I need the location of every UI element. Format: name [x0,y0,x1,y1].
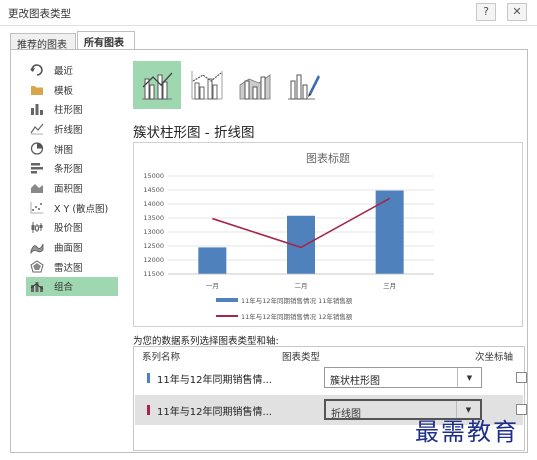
custom-combination-icon [288,74,320,100]
line-chart-icon [30,122,44,135]
bar-chart-icon [30,162,44,175]
chart-type-label: 最近 [54,65,74,77]
chart-type-column[interactable]: 柱形图 [26,99,118,119]
x-tick-label: 一月 [205,282,219,290]
watermark-logo: 最需教育 [415,418,519,446]
header-secondary-axis: 次坐标轴 [475,352,514,363]
scatter-chart-icon [30,201,44,214]
chart-type-dropdown[interactable]: 簇状柱形图 ▼ [324,367,482,388]
series-row[interactable]: 11年与12年同期销售情... 簇状柱形图 ▼ [135,363,527,393]
column-chart-icon [30,103,44,116]
chart-type-label: 饼图 [54,144,74,156]
chart-type-value: 折线图 [331,409,361,420]
legend-label-bar: 11年与12年同期销售情况 11年销售额 [241,297,353,305]
combo-chart-icon [30,280,44,293]
series-color-marker [147,405,150,415]
variant-clustered-column-line-secondary[interactable] [183,61,231,109]
x-tick-label: 三月 [383,282,397,290]
legend-swatch-line [216,315,238,317]
pie-chart-icon [30,142,44,155]
area-chart-icon [30,181,44,194]
tab-recommended-charts[interactable]: 推荐的图表 [10,33,76,51]
chart-type-label: 条形图 [54,164,83,176]
chart-type-stock[interactable]: 股价图 [26,218,118,238]
stacked-area-clustered-column-icon [239,74,271,100]
chart-type-label: X Y (散点图) [54,203,109,215]
chart-type-label: 雷达图 [54,262,83,274]
variant-stacked-area-clustered-column[interactable] [231,61,279,109]
help-button[interactable]: ? [476,3,496,21]
subtype-title: 簇状柱形图 - 折线图 [133,125,255,141]
chart-type-label: 柱形图 [54,105,83,117]
chart-type-label: 模板 [54,85,74,97]
folder-icon [30,83,44,96]
chart-type-list: 最近 模板 柱形图 折线图 饼图 条形图 面积图 X Y (散点图) 股价图 曲… [26,60,118,297]
chart-type-label: 股价图 [54,223,83,235]
tab-all-charts[interactable]: 所有图表 [77,31,135,51]
legend-label-line: 11年与12年同期销售情况 12年销售额 [241,313,353,321]
series-name: 11年与12年同期销售情... [157,375,272,386]
series-color-marker [147,373,150,383]
clustered-column-line-icon [142,72,173,100]
chart-type-templates[interactable]: 模板 [26,80,118,100]
stock-chart-icon [30,221,44,234]
series-name: 11年与12年同期销售情... [157,407,272,418]
legend-item-bar: 11年与12年同期销售情况 11年销售额 [216,295,352,305]
chart-type-value: 簇状柱形图 [330,376,380,387]
radar-chart-icon [30,260,44,273]
chevron-down-icon[interactable]: ▼ [457,368,481,387]
chart-type-radar[interactable]: 雷达图 [26,257,118,277]
chart-type-bar[interactable]: 条形图 [26,158,118,178]
tab-bar: 推荐的图表 所有图表 [0,26,537,51]
chart-type-area[interactable]: 面积图 [26,178,118,198]
title-bar: 更改图表类型 ? ✕ [0,0,537,26]
chart-type-label: 曲面图 [54,243,83,255]
chart-type-recent[interactable]: 最近 [26,60,118,80]
header-series-name: 系列名称 [142,352,181,363]
chart-type-label: 折线图 [54,124,83,136]
chart-type-label: 组合 [54,282,74,294]
bar [198,247,227,274]
series-prompt: 为您的数据系列选择图表类型和轴: [133,336,279,347]
close-button[interactable]: ✕ [507,3,527,21]
chart-type-combo[interactable]: 组合 [26,276,118,297]
recent-icon [30,63,44,77]
x-tick-label: 二月 [294,282,308,290]
variant-clustered-column-line[interactable] [133,61,181,109]
chart-preview: 图表标题 11500 12000 12500 13000 13500 14000 14500… [133,142,523,327]
surface-chart-icon [30,241,44,254]
legend-item-line: 11年与12年同期销售情况 12年销售额 [216,311,352,321]
secondary-axis-checkbox[interactable] [516,372,527,383]
clustered-column-line-secondary-icon [191,71,223,100]
variant-custom-combination[interactable] [279,61,327,109]
header-chart-type: 图表类型 [282,352,321,363]
legend-swatch-bar [216,298,238,302]
chart-type-surface[interactable]: 曲面图 [26,237,118,257]
window-title: 更改图表类型 [8,8,71,20]
chart-type-label: 面积图 [54,183,83,195]
chart-type-line[interactable]: 折线图 [26,119,118,139]
chart-type-pie[interactable]: 饼图 [26,139,118,159]
chart-type-scatter[interactable]: X Y (散点图) [26,198,118,218]
